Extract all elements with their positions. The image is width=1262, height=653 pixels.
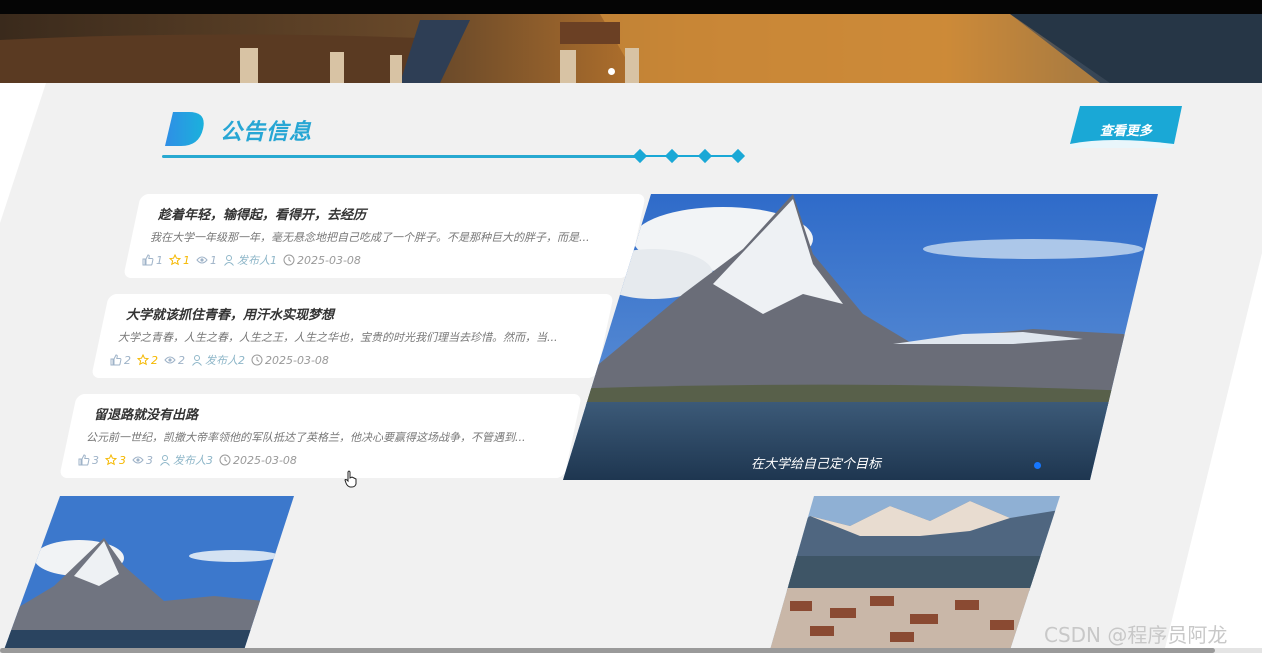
- favorite-count[interactable]: 1: [169, 254, 190, 267]
- like-count[interactable]: 2: [110, 354, 131, 367]
- publish-date: 2025-03-08: [219, 454, 297, 467]
- publisher: 发布人1: [223, 252, 277, 268]
- thumbs-up-icon: [78, 454, 90, 466]
- notice-summary: 公元前一世纪，凯撒大帝率领他的军队抵达了英格兰，他决心要赢得这场战争，不管遇到.…: [86, 431, 526, 444]
- watermark: CSDN @程序员阿龙: [1044, 623, 1228, 647]
- publish-date: 2025-03-08: [251, 354, 329, 367]
- horizontal-scrollbar[interactable]: [0, 648, 1262, 653]
- notice-title: 趁着年轻，输得起，看得开，去经历: [158, 208, 367, 223]
- eye-icon: [196, 256, 208, 264]
- view-count: 3: [132, 454, 153, 467]
- notice-card[interactable]: 趁着年轻，输得起，看得开，去经历 我在大学一年级那一年，毫无悬念地把自己吃成了一…: [123, 194, 646, 278]
- star-icon: [105, 454, 117, 466]
- star-icon: [169, 254, 181, 266]
- notice-card[interactable]: 留退路就没有出路 公元前一世纪，凯撒大帝率领他的军队抵达了英格兰，他决心要赢得这…: [59, 394, 582, 478]
- snowy-town-image: [770, 496, 1060, 650]
- favorite-count[interactable]: 2: [137, 354, 158, 367]
- thumbs-up-icon: [142, 254, 154, 266]
- notice-summary: 我在大学一年级那一年，毫无悬念地把自己吃成了一个胖子。不是那种巨大的胖子，而是.…: [150, 231, 590, 244]
- view-count: 2: [164, 354, 185, 367]
- title-underline: [162, 155, 640, 158]
- favorite-count[interactable]: 3: [105, 454, 126, 467]
- star-icon: [137, 354, 149, 366]
- mountain-lake-image: [563, 194, 1158, 480]
- banner-carousel[interactable]: [0, 0, 1262, 83]
- notice-card[interactable]: 大学就该抓住青春，用汗水实现梦想 大学之青春，人生之春，人生之王，人生之华也，宝…: [91, 294, 614, 378]
- user-icon: [192, 355, 202, 366]
- thumbs-up-icon: [110, 354, 122, 366]
- notice-summary: 大学之青春，人生之春，人生之王，人生之华也，宝贵的时光我们理当去珍惜。然而，当.…: [118, 331, 558, 344]
- like-count[interactable]: 1: [142, 254, 163, 267]
- clock-icon: [283, 254, 295, 266]
- section-logo-icon: [165, 112, 204, 146]
- scrollbar-thumb[interactable]: [0, 648, 1215, 653]
- featured-notice-carousel[interactable]: 在大学给自己定个目标: [563, 194, 1158, 480]
- like-count[interactable]: 3: [78, 454, 99, 467]
- view-count: 1: [196, 254, 217, 267]
- notice-title: 大学就该抓住青春，用汗水实现梦想: [126, 308, 335, 323]
- clock-icon: [219, 454, 231, 466]
- view-more-label: 查看更多: [1099, 123, 1152, 138]
- carousel-indicator[interactable]: [608, 68, 615, 75]
- eye-icon: [164, 356, 176, 364]
- page: 公告信息 查看更多 趁着年轻，输得起，看得开，去经历 我在大学一年级那一年，毫无…: [0, 0, 1262, 653]
- title-decoration-line: [640, 155, 744, 157]
- user-icon: [160, 455, 170, 466]
- publisher: 发布人3: [159, 452, 213, 468]
- carousel-indicator[interactable]: [1034, 462, 1041, 469]
- section-title: 公告信息: [220, 120, 313, 145]
- publisher: 发布人2: [191, 352, 245, 368]
- view-more-button[interactable]: 查看更多: [1070, 106, 1182, 148]
- clock-icon: [251, 354, 263, 366]
- hand-cursor-icon: [344, 470, 357, 488]
- user-icon: [224, 255, 234, 266]
- notice-title: 留退路就没有出路: [94, 408, 199, 423]
- notice-thumbnail[interactable]: [770, 496, 1060, 650]
- publish-date: 2025-03-08: [283, 254, 361, 267]
- featured-caption: 在大学给自己定个目标: [751, 457, 882, 472]
- eye-icon: [132, 456, 144, 464]
